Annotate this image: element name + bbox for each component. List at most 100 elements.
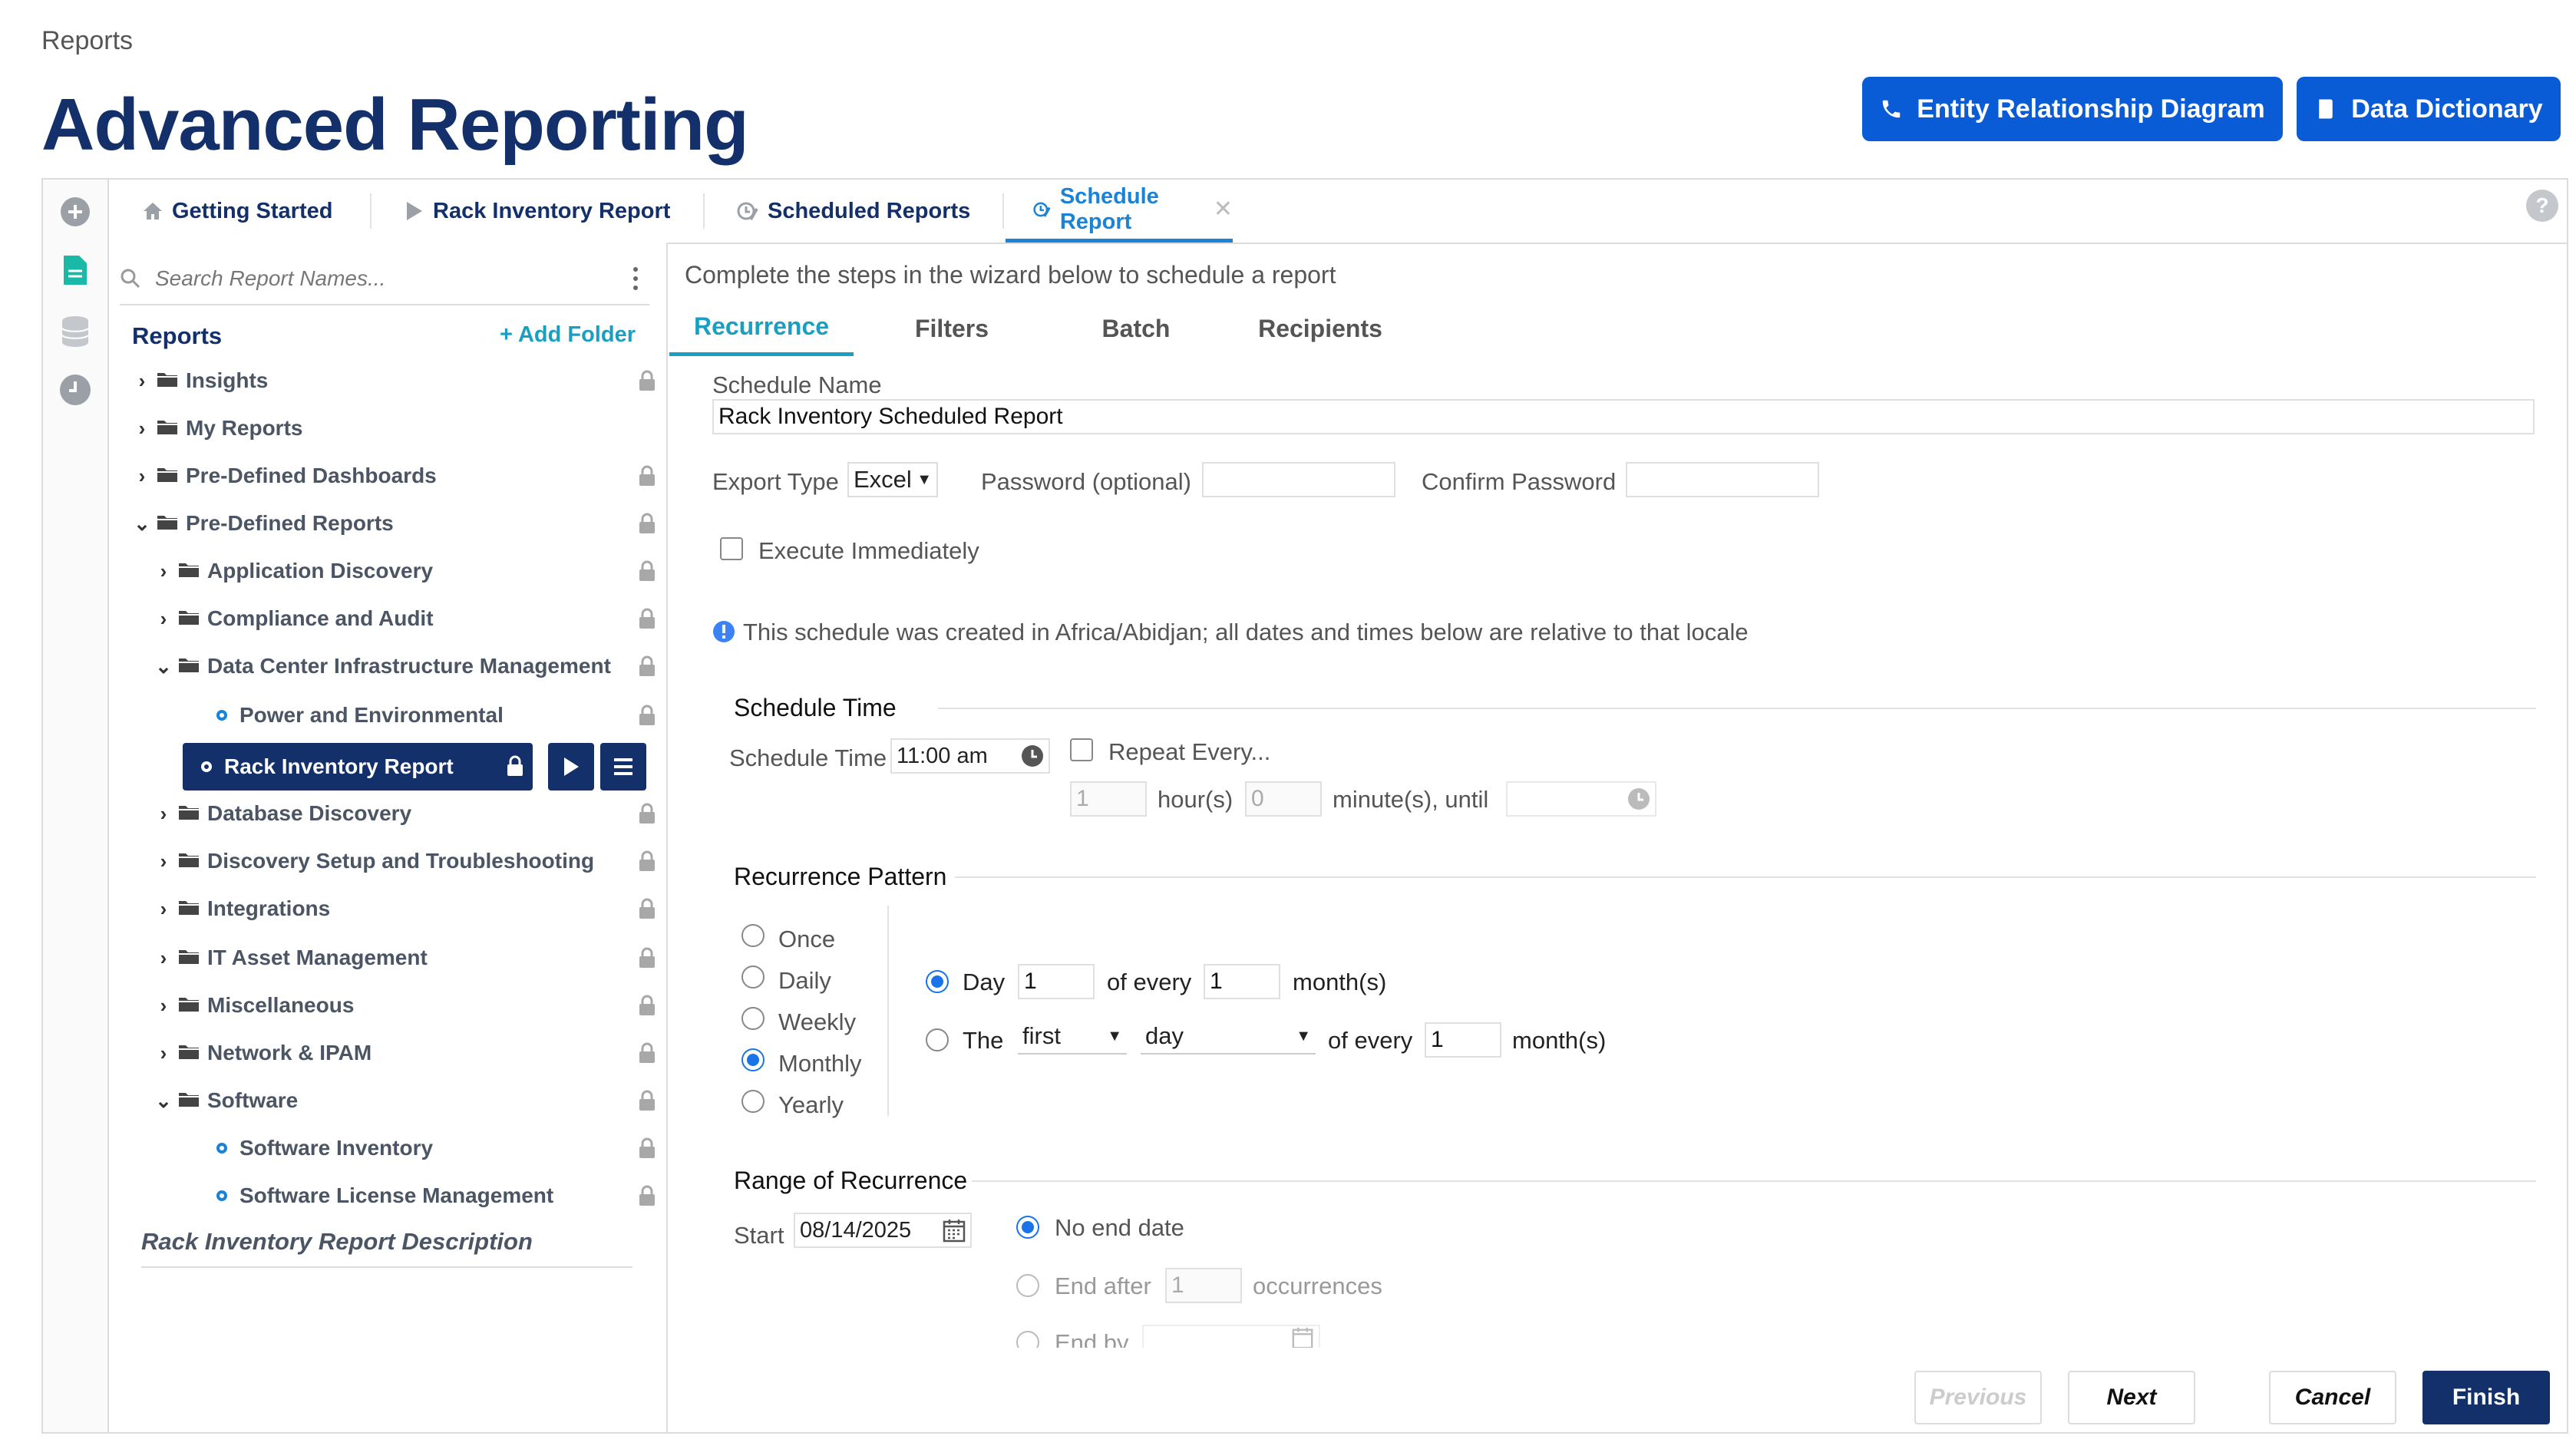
password-label: Password (optional) (981, 468, 1191, 495)
tree-folder[interactable]: › Compliance and Audit (132, 597, 662, 640)
tree-folder[interactable]: › Miscellaneous (132, 984, 662, 1027)
repeat-minutes-input[interactable] (1245, 781, 1322, 817)
add-icon[interactable] (58, 195, 92, 229)
add-folder-button[interactable]: + Add Folder (500, 322, 636, 348)
tree-folder[interactable]: › Application Discovery (132, 550, 662, 592)
next-button[interactable]: Next (2068, 1371, 2195, 1424)
breadcrumb[interactable]: Reports (41, 26, 133, 56)
chevron-right-icon[interactable]: › (154, 802, 173, 826)
end-by-date-input[interactable] (1142, 1325, 1320, 1349)
password-input[interactable] (1202, 462, 1395, 497)
database-icon[interactable] (58, 315, 92, 348)
day-of-month-radio[interactable] (926, 970, 949, 993)
clock-icon[interactable] (58, 373, 92, 407)
chevron-down-icon[interactable]: ⌄ (154, 655, 173, 678)
start-date-input[interactable]: 08/14/2025 (794, 1213, 972, 1248)
pattern-radio-weekly[interactable] (741, 1007, 765, 1030)
tree-report[interactable]: Software Inventory (132, 1127, 662, 1170)
tree-folder[interactable]: › Database Discovery (132, 792, 662, 835)
month-interval-input[interactable] (1204, 964, 1280, 999)
pattern-radio-monthly[interactable] (741, 1048, 765, 1071)
cancel-button[interactable]: Cancel (2269, 1371, 2396, 1424)
end-after-input[interactable] (1165, 1268, 1242, 1303)
help-icon[interactable]: ? (2525, 189, 2559, 226)
tree-report[interactable]: Software License Management (132, 1174, 662, 1217)
chevron-right-icon[interactable]: › (154, 559, 173, 583)
tree-folder[interactable]: › Network & IPAM (132, 1031, 662, 1074)
finish-button[interactable]: Finish (2422, 1371, 2550, 1424)
lock-icon (639, 947, 656, 974)
confirm-password-input[interactable] (1626, 462, 1819, 497)
the-month-interval-input[interactable] (1425, 1022, 1501, 1058)
close-tab-icon[interactable]: ✕ (1214, 196, 1233, 223)
chevron-right-icon[interactable]: › (132, 417, 152, 441)
weekday-select[interactable]: day ▼ (1141, 1019, 1316, 1055)
chevron-down-icon[interactable]: ⌄ (132, 512, 152, 536)
schedule-name-input[interactable] (712, 399, 2535, 434)
report-file-icon[interactable] (58, 253, 92, 287)
chevron-right-icon[interactable]: › (132, 369, 152, 393)
tree-folder[interactable]: › My Reports (132, 407, 662, 450)
chevron-right-icon[interactable]: › (154, 607, 173, 631)
tree-folder[interactable]: ⌄ Data Center Infrastructure Management (132, 645, 662, 688)
tree-report[interactable]: Rack Inventory Report (183, 743, 533, 791)
tab-recurrence[interactable]: Recurrence (669, 301, 854, 356)
end-after-radio[interactable] (1016, 1274, 1039, 1297)
execute-immediately-checkbox[interactable] (720, 537, 743, 560)
range-of-recurrence-heading: Range of Recurrence (734, 1167, 968, 1194)
divider (955, 876, 2536, 878)
folder-icon (178, 849, 200, 873)
day-number-input[interactable] (1018, 964, 1095, 999)
search-report-field[interactable]: Search Report Names... (120, 253, 649, 305)
pattern-label: Weekly (778, 1008, 857, 1035)
chevron-right-icon[interactable]: › (154, 850, 173, 873)
previous-button[interactable]: Previous (1914, 1371, 2042, 1424)
recurrence-pattern-heading: Recurrence Pattern (734, 863, 947, 890)
tree-folder[interactable]: › Insights (132, 359, 662, 402)
pattern-radio-once[interactable] (741, 924, 765, 947)
tree-folder[interactable]: › Discovery Setup and Troubleshooting (132, 840, 662, 883)
tree-folder[interactable]: ⌄ Software (132, 1079, 662, 1122)
tree-item-label: Software Inventory (239, 1136, 434, 1160)
chevron-right-icon[interactable]: › (132, 464, 152, 488)
repeat-hours-input[interactable] (1070, 781, 1147, 817)
ordinal-value: first (1022, 1022, 1061, 1049)
no-end-date-radio[interactable] (1016, 1216, 1039, 1239)
run-report-button[interactable] (548, 743, 594, 791)
start-date-value: 08/14/2025 (800, 1217, 912, 1243)
chevron-right-icon[interactable]: › (154, 1041, 173, 1065)
tab-recipients[interactable]: Recipients (1228, 301, 1412, 356)
chevron-right-icon[interactable]: › (154, 994, 173, 1018)
report-menu-button[interactable] (600, 743, 646, 791)
tab-schedule-report[interactable]: Schedule Report ✕ (1006, 180, 1233, 243)
report-dot-icon (201, 761, 212, 772)
tab-filters[interactable]: Filters (860, 301, 1044, 356)
chevron-right-icon[interactable]: › (154, 897, 173, 921)
the-nth-weekday-radio[interactable] (926, 1028, 949, 1051)
repeat-every-checkbox[interactable] (1070, 738, 1093, 761)
data-dictionary-button[interactable]: Data Dictionary (2297, 77, 2561, 141)
export-type-select[interactable]: Excel ▼ (847, 462, 938, 497)
tree-folder[interactable]: › IT Asset Management (132, 936, 662, 979)
tree-folder[interactable]: ⌄ Pre-Defined Reports (132, 502, 662, 545)
tab-label: Rack Inventory Report (433, 198, 671, 223)
lock-icon (639, 1042, 656, 1069)
tree-report[interactable]: Power and Environmental (132, 694, 662, 737)
tab-rack-inventory-report[interactable]: Rack Inventory Report (405, 180, 670, 243)
repeat-until-time-input[interactable] (1506, 781, 1656, 817)
schedule-time-input[interactable]: 11:00 am (890, 738, 1050, 774)
tab-batch[interactable]: Batch (1044, 301, 1228, 356)
tab-getting-started[interactable]: Getting Started (143, 180, 332, 243)
pattern-radio-yearly[interactable] (741, 1090, 765, 1113)
erd-button[interactable]: Entity Relationship Diagram (1862, 77, 2283, 141)
tree-folder[interactable]: › Pre-Defined Dashboards (132, 454, 662, 497)
kebab-menu-icon[interactable] (632, 266, 639, 291)
tab-scheduled-reports[interactable]: Scheduled Reports (737, 180, 970, 243)
ordinal-select[interactable]: first ▼ (1018, 1019, 1127, 1055)
tree-folder[interactable]: › Integrations (132, 887, 662, 930)
chevron-right-icon[interactable]: › (154, 946, 173, 970)
chevron-down-icon[interactable]: ⌄ (154, 1089, 173, 1113)
schedule-time-label: Schedule Time (729, 744, 887, 771)
pattern-radio-daily[interactable] (741, 965, 765, 989)
search-placeholder: Search Report Names... (155, 266, 386, 290)
